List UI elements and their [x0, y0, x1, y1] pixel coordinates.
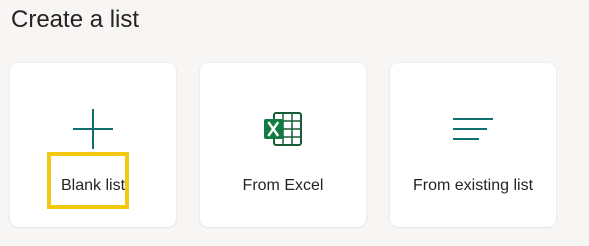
from-existing-list-label: From existing list: [412, 177, 534, 194]
template-cards: Blank list From Excel From existing list: [10, 63, 556, 227]
excel-icon: [261, 107, 305, 151]
highlight-box: [47, 152, 129, 209]
plus-icon: [71, 107, 115, 151]
blank-list-card[interactable]: Blank list: [10, 63, 176, 227]
from-excel-card[interactable]: From Excel: [200, 63, 366, 227]
list-lines-icon: [451, 107, 495, 151]
from-existing-list-card[interactable]: From existing list: [390, 63, 556, 227]
from-excel-label: From Excel: [242, 177, 324, 194]
page-title: Create a list: [11, 6, 140, 33]
